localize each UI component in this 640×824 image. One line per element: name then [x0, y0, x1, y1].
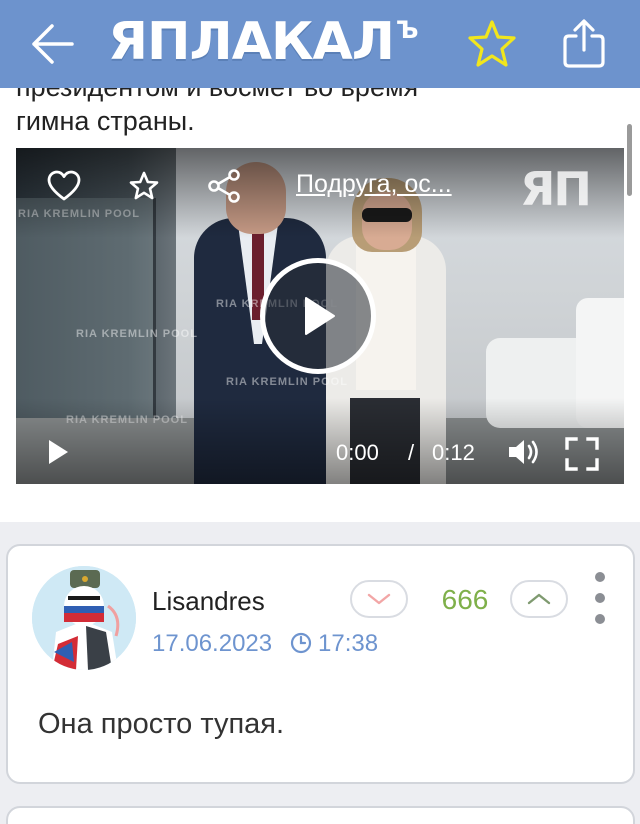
logo-text: ЯПЛАКАЛ [108, 12, 395, 72]
site-logo[interactable]: ЯПЛАКАЛ Ъ [108, 10, 418, 80]
comment-card: Lisandres 17.06.2023 17:38 666 Она прост… [6, 544, 635, 784]
heart-icon [47, 170, 81, 201]
share-icon [208, 169, 240, 203]
big-play-button[interactable] [260, 258, 376, 374]
play-icon [305, 297, 335, 335]
share-video-button[interactable] [202, 164, 246, 208]
video-watermark: RIA KREMLIN POOL [226, 376, 348, 388]
logo-suffix: Ъ [395, 16, 419, 44]
video-player[interactable]: RIA KREMLIN POOL RIA KREMLIN POOL RIA KR… [16, 148, 624, 484]
favorite-button[interactable] [462, 14, 522, 74]
app-header: ЯПЛАКАЛ Ъ [0, 0, 640, 88]
more-dot [595, 572, 605, 582]
chevron-down-icon [367, 593, 391, 605]
volume-icon [509, 440, 538, 464]
more-dot [595, 593, 605, 603]
time-separator: / [408, 440, 415, 465]
vote-down-button[interactable] [350, 580, 408, 618]
vote-up-button[interactable] [510, 580, 568, 618]
clock-icon [290, 632, 312, 654]
duration: 0:12 [432, 440, 475, 465]
favorite-video-button[interactable] [124, 166, 164, 206]
video-logo: ЯП [520, 162, 592, 216]
comment-date: 17.06.2023 [152, 630, 273, 657]
comment-time: 17:38 [318, 630, 379, 657]
volume-button[interactable] [504, 432, 544, 472]
post-content: президентом и восмет во время гимна стра… [0, 88, 640, 522]
more-options-button[interactable] [588, 572, 612, 624]
post-text-line: гимна страны. [16, 106, 195, 136]
next-comment-card [6, 806, 635, 824]
post-text-line: президентом и восмет во время [16, 88, 418, 103]
comment-text: Она просто тупая. [38, 708, 285, 740]
star-icon [129, 171, 159, 200]
more-dot [595, 614, 605, 624]
share-button[interactable] [554, 14, 614, 74]
current-time: 0:00 [336, 440, 379, 465]
back-button[interactable] [22, 14, 82, 74]
scrollbar[interactable] [627, 124, 632, 196]
play-icon [49, 440, 68, 464]
comment-author[interactable]: Lisandres [152, 586, 265, 617]
arrow-left-icon [32, 24, 74, 64]
like-video-button[interactable] [44, 166, 84, 206]
star-outline-icon [468, 20, 516, 67]
video-title-link[interactable]: Подруга, ос... [296, 170, 496, 199]
video-watermark: RIA KREMLIN POOL [76, 328, 198, 340]
avatar[interactable] [32, 566, 136, 670]
avatar-image [32, 566, 136, 670]
chevron-up-icon [527, 593, 551, 605]
play-button[interactable] [40, 434, 76, 470]
comment-score: 666 [441, 584, 489, 615]
fullscreen-icon [565, 437, 599, 471]
fullscreen-button[interactable] [562, 434, 602, 474]
share-icon [563, 19, 605, 68]
